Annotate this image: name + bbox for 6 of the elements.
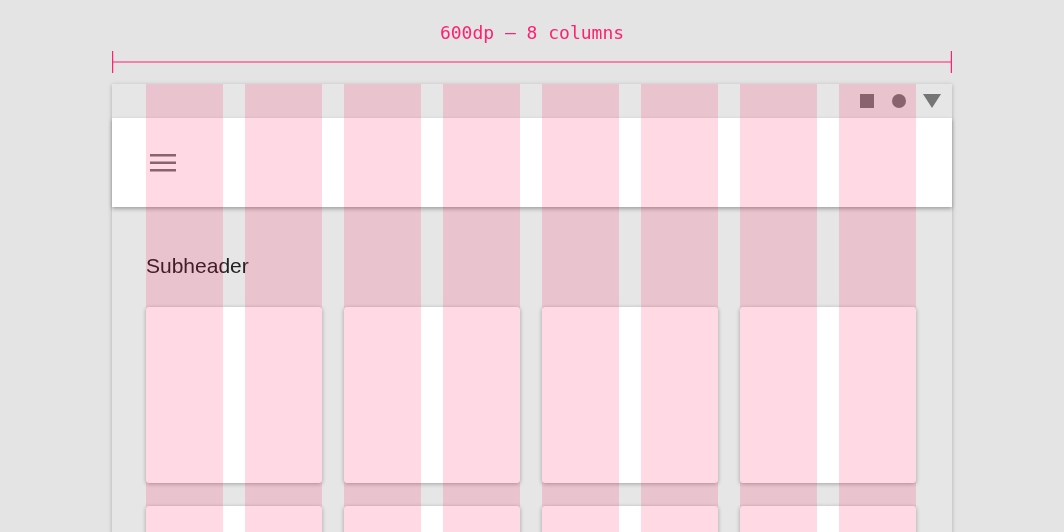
subheader: Subheader [146,253,249,279]
circle-icon [891,93,907,109]
dimension-label: 600dp – 8 columns [439,22,625,44]
menu-icon[interactable] [150,153,176,172]
triangle-icon [923,93,941,109]
square-icon [859,93,875,109]
